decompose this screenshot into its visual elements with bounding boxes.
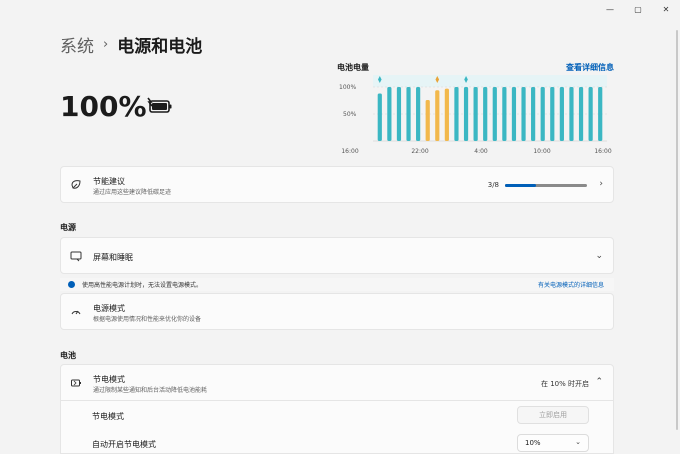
power-mode-title: 电源模式	[93, 304, 125, 313]
battery-section-label: 电池	[60, 351, 76, 360]
y-tick-label: 100%	[339, 84, 356, 91]
battery-bar	[396, 87, 402, 141]
screen-sleep-card[interactable]: 屏幕和睡眠 ⌄	[60, 237, 614, 274]
chevron-right-icon: ›	[599, 179, 603, 189]
battery-saver-title: 节电模式	[93, 375, 125, 384]
info-bar: 使用高性能电源计划时，无法设置电源模式。 有关电源模式的详细信息	[60, 278, 614, 291]
energy-recommendations-title: 节能建议	[93, 177, 125, 186]
battery-bar	[550, 87, 555, 141]
battery-saver-status: 在 10% 时开启	[540, 380, 589, 388]
chevron-up-icon[interactable]: ⌃	[595, 377, 603, 387]
x-tick-label: 16:00	[341, 148, 358, 155]
battery-bar	[492, 87, 497, 141]
recommendations-count: 3/8	[487, 181, 499, 189]
battery-level-chart: 100% 50% 16:00 22:00 4:00 10:00 16:00	[339, 75, 612, 155]
battery-percentage: 100%	[60, 90, 147, 123]
battery-bar	[578, 87, 584, 141]
recommendations-progress-fill	[505, 184, 536, 187]
turn-on-now-button[interactable]: 立即启用	[517, 406, 589, 424]
battery-bar	[598, 87, 603, 141]
breadcrumb-separator: ›	[103, 37, 109, 52]
chart-top-band	[373, 75, 607, 87]
window-controls: — ▢ ✕	[596, 0, 680, 18]
screen-sleep-icon	[70, 251, 82, 262]
auto-saver-threshold-select[interactable]: 10% ⌄	[517, 434, 589, 452]
battery-bar	[454, 87, 459, 141]
charging-bar	[425, 99, 430, 141]
power-mode-subtitle: 根据电源使用情况和性能来优化你的设备	[93, 316, 202, 323]
x-tick-label: 16:00	[594, 148, 611, 155]
chevron-down-icon: ⌄	[575, 438, 581, 446]
battery-bar	[502, 87, 507, 141]
x-tick-label: 4:00	[474, 148, 488, 155]
battery-bar	[463, 87, 469, 141]
battery-bar	[540, 87, 545, 141]
battery-bar	[511, 87, 517, 141]
battery-bar	[377, 93, 382, 141]
battery-bar	[406, 87, 411, 141]
leaf-heart-icon	[71, 180, 81, 189]
info-message: 使用高性能电源计划时，无法设置电源模式。	[82, 282, 203, 289]
battery-bar	[416, 87, 421, 141]
battery-bar	[483, 87, 488, 141]
close-button[interactable]: ✕	[652, 0, 680, 18]
battery-bar	[559, 87, 564, 141]
breadcrumb-system[interactable]: 系统	[60, 32, 94, 57]
battery-saver-subtitle: 通过限制某些通知和后台活动降低电池能耗	[93, 387, 208, 394]
energy-recommendations-subtitle: 通过应用这些建议降低碳足迹	[93, 189, 172, 196]
x-tick-label: 22:00	[411, 148, 428, 155]
battery-bar	[521, 87, 526, 141]
battery-bar	[569, 87, 574, 141]
charging-bar	[444, 88, 449, 141]
power-mode-info-link[interactable]: 有关电源模式的详细信息	[538, 280, 604, 289]
battery-bar	[387, 87, 392, 141]
breadcrumb: 系统 › 电源和电池	[60, 32, 202, 57]
battery-saver-icon	[71, 379, 81, 387]
energy-recommendations-card[interactable]: 节能建议 通过应用这些建议降低碳足迹 3/8 ›	[60, 166, 614, 203]
y-tick-label: 50%	[343, 111, 357, 118]
battery-charging-icon	[147, 97, 172, 113]
battery-saver-card[interactable]: 节电模式 通过限制某些通知和后台活动降低电池能耗 在 10% 时开启 ⌃	[60, 364, 614, 401]
screen-sleep-title: 屏幕和睡眠	[93, 253, 133, 262]
page-title: 电源和电池	[117, 37, 203, 57]
power-section-label: 电源	[60, 223, 76, 232]
scrollbar[interactable]	[676, 30, 678, 430]
maximize-button[interactable]: ▢	[624, 0, 652, 18]
battery-saver-toggle-label: 节电模式	[92, 412, 124, 421]
chevron-down-icon[interactable]: ⌄	[595, 251, 603, 261]
recommendations-progress	[505, 184, 587, 187]
charging-bar	[435, 90, 440, 141]
power-mode-gauge-icon	[71, 310, 81, 315]
info-icon	[68, 281, 75, 288]
minimize-button[interactable]: —	[596, 0, 624, 18]
x-tick-label: 10:00	[533, 148, 550, 155]
battery-bar	[531, 87, 536, 141]
battery-bar	[473, 87, 478, 141]
auto-saver-label: 自动开启节电模式	[92, 440, 156, 449]
power-mode-card: 电源模式 根据电源使用情况和性能来优化你的设备	[60, 293, 614, 330]
battery-bar	[588, 87, 593, 141]
auto-saver-value: 10%	[525, 439, 541, 447]
